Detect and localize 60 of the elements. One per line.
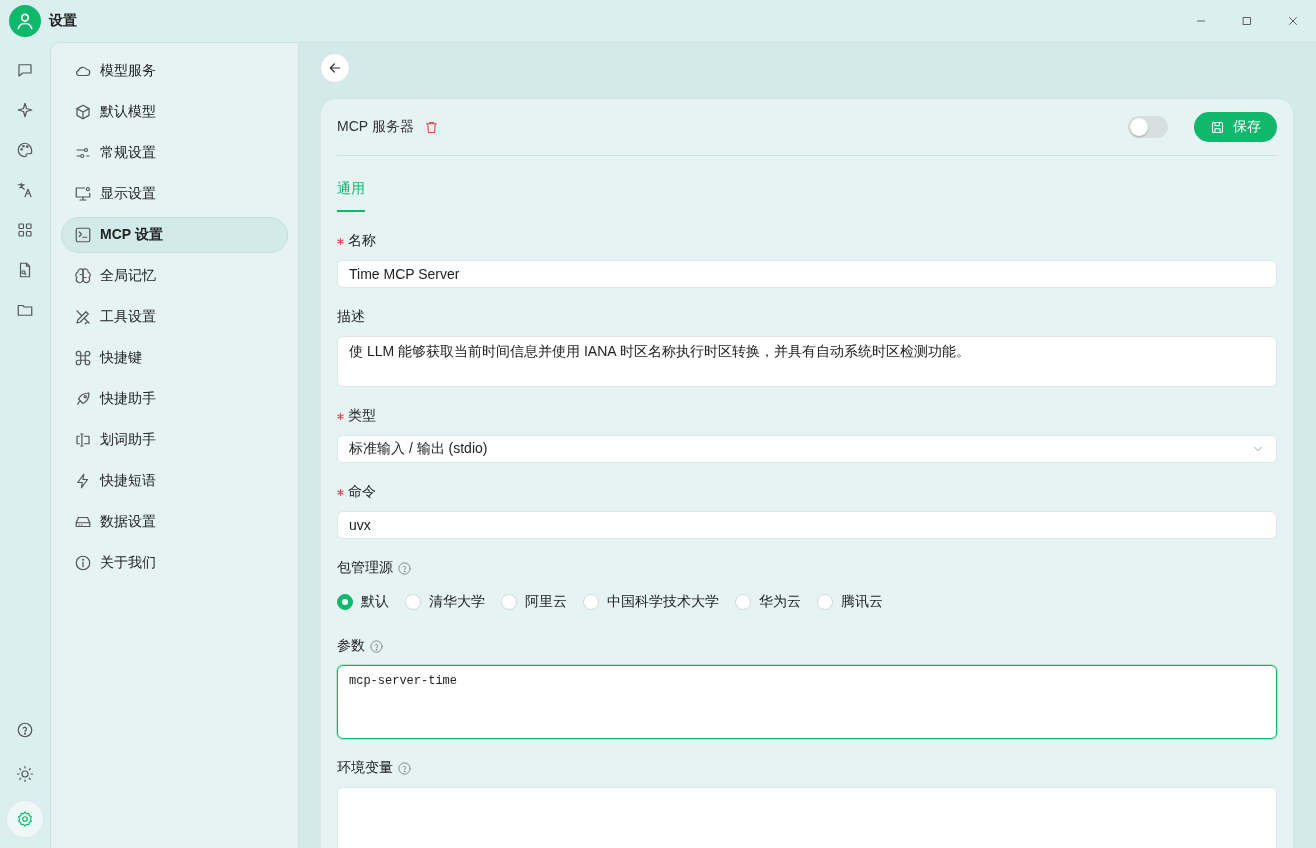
avatar-icon[interactable] (9, 5, 41, 37)
enable-toggle[interactable] (1128, 116, 1168, 138)
sidebar-item[interactable]: 工具设置 (61, 299, 288, 335)
sidebar-item[interactable]: 快捷助手 (61, 381, 288, 417)
sidebar-item[interactable]: 关于我们 (61, 545, 288, 581)
sun-icon (16, 765, 34, 783)
input-field[interactable]: Time MCP Server (337, 260, 1277, 288)
trash-icon (423, 119, 439, 135)
field-label: 环境变量 (337, 759, 393, 777)
rocket-icon (74, 390, 92, 408)
settings-icon (16, 810, 34, 828)
radio-option[interactable]: 默认 (337, 593, 389, 611)
back-arrow-icon (327, 60, 343, 76)
chat-icon (16, 61, 34, 79)
input-field[interactable]: uvx (337, 511, 1277, 539)
sidebar-item[interactable]: 快捷键 (61, 340, 288, 376)
sidebar-item[interactable]: 常规设置 (61, 135, 288, 171)
monitor-icon (74, 185, 92, 203)
select-field[interactable]: 标准输入 / 输出 (stdio) (337, 435, 1277, 463)
field-label: 参数 (337, 637, 365, 655)
field-label: 类型 (348, 407, 376, 425)
user-icon (15, 11, 35, 31)
server-title: MCP 服务器 (337, 118, 414, 136)
field-label: 命令 (348, 483, 376, 501)
command-icon (74, 349, 92, 367)
field-label: 包管理源 (337, 559, 393, 577)
tools-icon (74, 308, 92, 326)
text-area[interactable]: 使 LLM 能够获取当前时间信息并使用 IANA 时区名称执行时区转换，并具有自动系统时区检测功能。 (337, 336, 1277, 387)
save-icon (1210, 119, 1225, 135)
radio-option[interactable]: 华为云 (735, 593, 801, 611)
field-label: 描述 (337, 308, 365, 326)
sidebar-item[interactable]: 模型服务 (61, 53, 288, 89)
radio-option[interactable]: 腾讯云 (817, 593, 883, 611)
sidebar-item[interactable]: 数据设置 (61, 504, 288, 540)
text-cursor-icon (74, 431, 92, 449)
back-button[interactable] (320, 53, 350, 83)
info-icon (74, 554, 92, 572)
sidebar-item[interactable]: 快捷短语 (61, 463, 288, 499)
terminal-icon (74, 226, 92, 244)
maximize-icon (1240, 14, 1254, 28)
sparkle-icon (16, 101, 34, 119)
help-icon (16, 721, 34, 739)
window-title: 设置 (49, 12, 78, 30)
sidebar-item[interactable]: 显示设置 (61, 176, 288, 212)
apps-icon (16, 221, 34, 239)
delete-button[interactable] (423, 119, 439, 135)
cube-icon (74, 103, 92, 121)
close-icon (1286, 14, 1300, 28)
sidebar-item[interactable]: 默认模型 (61, 94, 288, 130)
palette-icon (16, 141, 34, 159)
sidebar-item[interactable]: 全局记忆 (61, 258, 288, 294)
text-area[interactable]: mcp-server-time (337, 665, 1277, 739)
brain-icon (74, 267, 92, 285)
radio-option[interactable]: 清华大学 (405, 593, 485, 611)
translate-icon (16, 181, 34, 199)
sidebar-item[interactable]: MCP 设置 (61, 217, 288, 253)
field-label: 名称 (348, 232, 376, 250)
sidebar-item[interactable]: 划词助手 (61, 422, 288, 458)
radio-option[interactable]: 中国科学技术大学 (583, 593, 719, 611)
radio-option[interactable]: 阿里云 (501, 593, 567, 611)
